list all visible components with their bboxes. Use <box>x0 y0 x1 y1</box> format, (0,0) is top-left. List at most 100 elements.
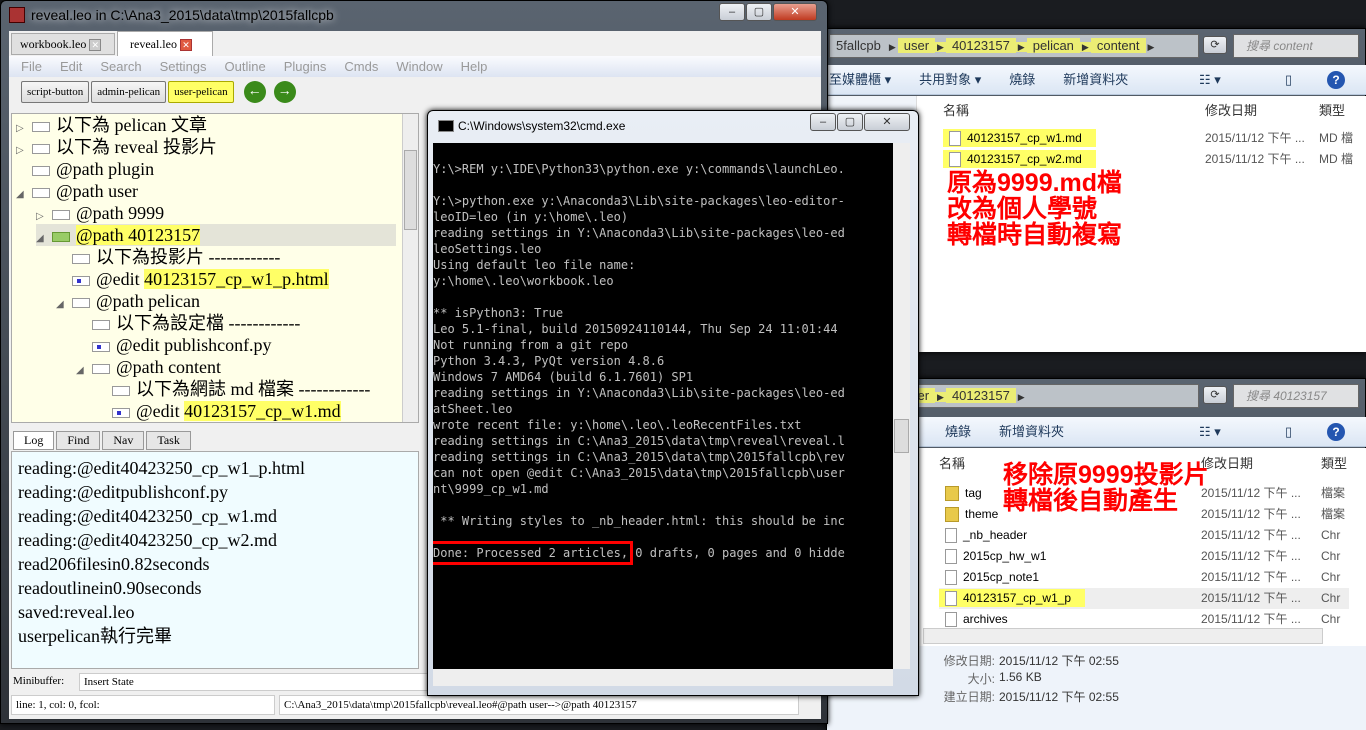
breadcrumb-separator-icon[interactable]: ▶ <box>1015 42 1027 52</box>
menu-help[interactable]: Help <box>461 59 488 74</box>
breadcrumb-separator-icon[interactable]: ▶ <box>1079 42 1091 52</box>
menu-cmds[interactable]: Cmds <box>344 59 378 74</box>
tree-node[interactable]: ◢ @path user <box>16 180 138 202</box>
menu-outline[interactable]: Outline <box>225 59 266 74</box>
minimize-button[interactable]: – <box>810 113 836 131</box>
tree-node[interactable]: ◢ @path pelican <box>56 290 200 312</box>
menu-settings[interactable]: Settings <box>160 59 207 74</box>
preview-pane-icon[interactable]: ▯ <box>1285 417 1292 447</box>
column-type[interactable]: 類型 <box>1321 453 1347 472</box>
toolbar-item[interactable]: 新增資料夾 <box>999 424 1064 439</box>
maximize-button[interactable]: ▢ <box>746 3 772 21</box>
console-scrollbar[interactable] <box>893 143 910 669</box>
menu-plugins[interactable]: Plugins <box>284 59 327 74</box>
toolbar-item[interactable]: 燒錄 <box>945 424 971 439</box>
tab-task[interactable]: Task <box>146 431 191 450</box>
collapse-icon[interactable]: ◢ <box>56 294 72 316</box>
breadcrumb-item[interactable]: 40123157 <box>945 388 1016 403</box>
toolbar-item[interactable]: 燒錄 <box>1009 72 1035 87</box>
help-icon[interactable]: ? <box>1327 71 1345 89</box>
minimize-button[interactable]: – <box>719 3 745 21</box>
toolbar-item[interactable]: 共用對象 ▾ <box>919 72 981 87</box>
tab-workbook[interactable]: workbook.leo ✕ <box>11 33 115 55</box>
collapse-icon[interactable]: ◢ <box>36 228 52 250</box>
column-name[interactable]: 名稱 <box>943 100 969 119</box>
close-button[interactable]: ✕ <box>773 3 817 21</box>
column-date[interactable]: 修改日期 <box>1205 100 1257 119</box>
breadcrumb-separator-icon[interactable]: ▶ <box>1016 392 1027 402</box>
file-row[interactable]: archives 2015/11/12 下午 ... Chr <box>939 609 1349 630</box>
tree-node[interactable]: ◢ @path 40123157 <box>36 224 396 246</box>
menu-edit[interactable]: Edit <box>60 59 82 74</box>
tab-reveal[interactable]: reveal.leo ✕ <box>117 31 213 56</box>
file-row[interactable]: 40123157_cp_w1_p 2015/11/12 下午 ... Chr <box>939 588 1349 609</box>
search-input[interactable]: 搜尋 content <box>1233 34 1359 58</box>
breadcrumb-item[interactable]: 40123157 <box>945 38 1016 53</box>
breadcrumb-separator-icon[interactable]: ▶ <box>1146 42 1157 52</box>
file-row[interactable]: 2015cp_hw_w1 2015/11/12 下午 ... Chr <box>939 546 1349 567</box>
tree-node[interactable]: ▷ 以下為 pelican 文章 <box>16 114 207 136</box>
console-line: Y:\>REM y:\IDE\Python33\python.exe y:\co… <box>433 162 845 176</box>
file-row[interactable]: 40123157_cp_w1.md 2015/11/12 下午 ... MD 檔 <box>943 128 1353 149</box>
refresh-button[interactable]: ⟳ <box>1203 386 1227 404</box>
node-icon <box>32 121 50 132</box>
tree-scrollbar[interactable] <box>402 114 418 422</box>
menu-search[interactable]: Search <box>100 59 141 74</box>
console-line: reading settings in C:\Ana3_2015\data\tm… <box>433 450 845 464</box>
close-icon[interactable]: ✕ <box>89 39 102 51</box>
close-icon[interactable]: ✕ <box>179 39 192 51</box>
file-row[interactable]: 40123157_cp_w2.md 2015/11/12 下午 ... MD 檔 <box>943 149 1353 170</box>
collapse-icon[interactable]: ◢ <box>16 184 32 206</box>
maximize-button[interactable]: ▢ <box>837 113 863 131</box>
file-type: MD 檔 <box>1319 152 1353 166</box>
file-icon <box>945 570 957 586</box>
refresh-button[interactable]: ⟳ <box>1203 36 1227 54</box>
tree-node[interactable]: @edit 40123157_cp_w1.md <box>96 400 341 422</box>
script-button-button[interactable]: script-button <box>21 81 90 103</box>
admin-pelican-button[interactable]: admin-pelican <box>91 81 167 103</box>
tab-find[interactable]: Find <box>56 431 101 450</box>
close-button[interactable]: ✕ <box>864 113 910 131</box>
tree-node[interactable]: ▷ @path 9999 <box>36 202 164 224</box>
collapse-icon[interactable]: ◢ <box>76 360 92 382</box>
breadcrumb-item[interactable]: 5fallcpb <box>830 38 887 53</box>
breadcrumb-separator-icon[interactable]: ▶ <box>935 42 946 52</box>
tab-log[interactable]: Log <box>13 431 55 450</box>
breadcrumb-separator-icon[interactable]: ▶ <box>935 392 946 402</box>
node-icon <box>112 385 130 396</box>
breadcrumb-separator-icon[interactable]: ▶ <box>887 42 898 52</box>
horizontal-scrollbar[interactable] <box>923 628 1323 644</box>
tree-node[interactable]: 以下為網誌 md 檔案 ------------ <box>96 378 370 400</box>
tree-node[interactable]: @path plugin <box>16 158 154 180</box>
breadcrumb-item[interactable]: user <box>897 38 936 53</box>
user-pelican-button[interactable]: user-pelican <box>168 81 234 103</box>
file-row[interactable]: _nb_header 2015/11/12 下午 ... Chr <box>939 525 1349 546</box>
search-input[interactable]: 搜尋 40123157 <box>1233 384 1359 408</box>
file-row[interactable]: 2015cp_note1 2015/11/12 下午 ... Chr <box>939 567 1349 588</box>
toolbar-item[interactable]: 新增資料夾 <box>1063 72 1128 87</box>
column-type[interactable]: 類型 <box>1319 100 1345 119</box>
toolbar-item[interactable]: 至媒體櫃 ▾ <box>829 72 891 87</box>
menu-window[interactable]: Window <box>396 59 442 74</box>
menu-file[interactable]: File <box>21 59 42 74</box>
back-arrow-icon[interactable]: ← <box>243 81 266 104</box>
file-name-cell: 2015cp_hw_w1 <box>939 547 1060 565</box>
tree-node[interactable]: 以下為設定檔 ------------ <box>76 312 300 334</box>
tab-nav[interactable]: Nav <box>102 431 145 450</box>
tree-node[interactable]: ▷ 以下為 reveal 投影片 <box>16 136 217 158</box>
tree-node[interactable]: @edit 40123157_cp_w1_p.html <box>56 268 329 290</box>
tree-node[interactable]: ◢ @path content <box>76 356 221 378</box>
forward-arrow-icon[interactable]: → <box>273 81 296 104</box>
help-icon[interactable]: ? <box>1327 423 1345 441</box>
address-bar[interactable]: 5fallcpb ▶ user ▶ 40123157 ▶ pelican ▶ content ▶ <box>829 34 1199 58</box>
log-line: reading:@edit40423250_cp_w1_p.html <box>18 458 306 478</box>
tree-node[interactable]: @edit publishconf.py <box>76 334 272 356</box>
column-name[interactable]: 名稱 <box>939 453 965 472</box>
tree-node[interactable]: 以下為投影片 ------------ <box>56 246 280 268</box>
breadcrumb-item[interactable]: pelican <box>1026 38 1080 53</box>
preview-pane-icon[interactable]: ▯ <box>1285 65 1292 95</box>
view-options-icon[interactable]: ☷ ▾ <box>1199 65 1221 95</box>
console-hscrollbar[interactable] <box>433 669 893 686</box>
breadcrumb-item[interactable]: content <box>1090 38 1146 53</box>
view-options-icon[interactable]: ☷ ▾ <box>1199 417 1221 447</box>
